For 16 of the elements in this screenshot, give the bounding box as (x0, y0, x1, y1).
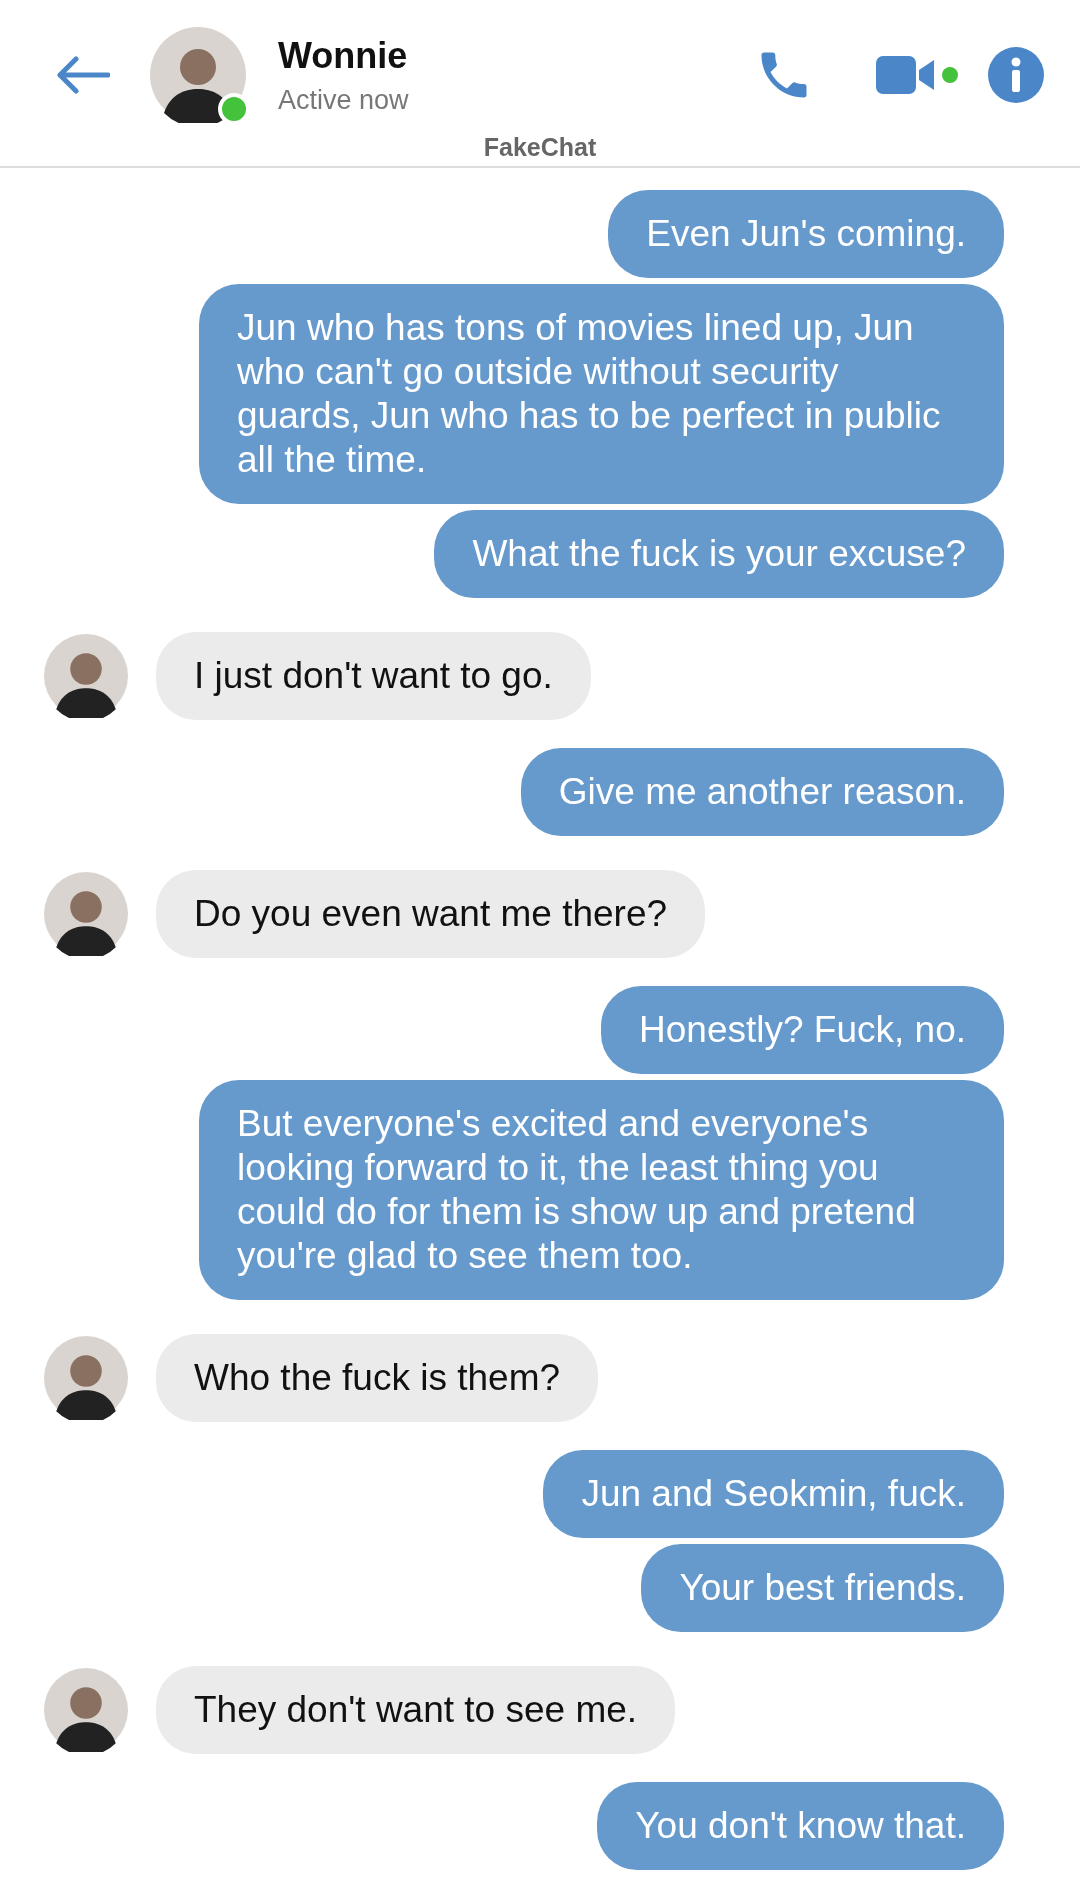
message-bubble: Even Jun's coming. (608, 190, 1004, 278)
message-bubble: Give me another reason. (520, 748, 1004, 836)
message-bubble: What the fuck is your excuse? (434, 510, 1004, 598)
message-bubble: Do you even want me there? (156, 870, 706, 958)
message-bubble: Jun and Seokmin, fuck. (543, 1450, 1004, 1538)
contact-status: Active now (278, 84, 409, 116)
message-bubble: Your best friends. (641, 1544, 1004, 1632)
message-bubble: I just don't want to go. (156, 632, 591, 720)
message-bubble: Jun who has tons of movies lined up, Jun who can't go outside without security guards, Jun who has to be perfect in public all the time. (199, 284, 1004, 504)
message-bubble: You don't know that. (597, 1782, 1004, 1870)
message-bubble: But everyone's excited and everyone's looking forward to it, the least thing you could do for them is show up and pretend you're glad to see them too. (199, 1080, 1004, 1300)
message-bubble: Honestly? Fuck, no. (601, 986, 1004, 1074)
message-bubble: They don't want to see me. (156, 1666, 676, 1754)
app-label: FakeChat (482, 133, 598, 162)
contact-name: Wonnie (278, 34, 409, 77)
message-bubble: Who the fuck is them? (156, 1334, 599, 1422)
